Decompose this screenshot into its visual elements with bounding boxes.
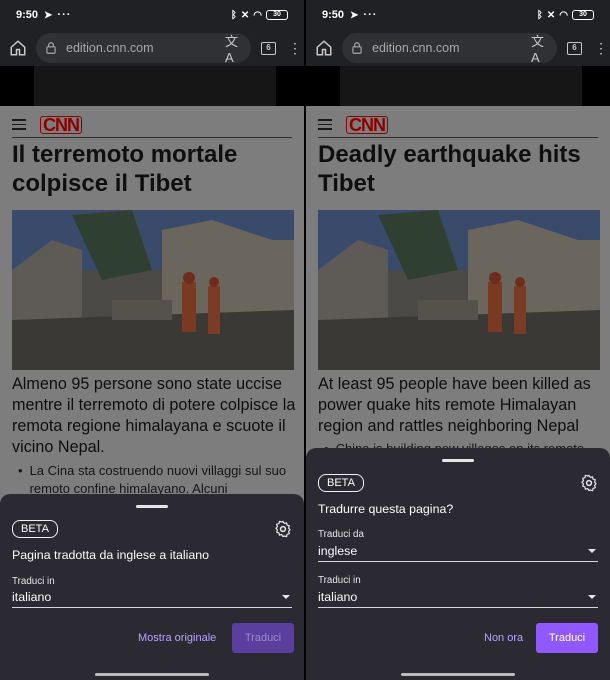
lock-icon[interactable]	[350, 40, 366, 56]
battery-icon: 30	[266, 10, 288, 20]
translate-icon[interactable]: 文A	[531, 34, 549, 65]
home-icon[interactable]	[6, 36, 30, 60]
url-text[interactable]: edition.cnn.com	[372, 41, 531, 55]
browser-toolbar: edition.cnn.com 文A 6 ⋮	[306, 30, 610, 66]
show-original-button[interactable]: Mostra originale	[138, 632, 216, 644]
translation-sheet: BETA Tradurre questa pagina? Traduci da …	[306, 448, 610, 680]
ad-slot	[340, 66, 582, 106]
target-language-select[interactable]: italiano	[318, 588, 598, 608]
telegram-icon: ➤	[350, 9, 359, 21]
dropdown-caret-icon[interactable]	[588, 595, 596, 599]
wifi-icon: ◠	[253, 9, 262, 21]
battery-icon: 30	[572, 10, 594, 20]
sheet-title: Tradurre questa pagina?	[318, 502, 454, 516]
target-language-select[interactable]: italiano	[12, 588, 292, 608]
article-headline: Deadly earthquake hits Tibet	[318, 141, 581, 197]
status-time: 9:50	[322, 9, 345, 21]
dropdown-caret-icon[interactable]	[588, 549, 596, 553]
translate-icon[interactable]: 文A	[225, 34, 243, 65]
settings-gear-icon[interactable]	[274, 520, 292, 538]
related-link[interactable]: • La Cina sta costruendo nuovi villaggi …	[18, 462, 296, 498]
article-photo[interactable]	[318, 210, 600, 370]
article-headline: Il terremoto mortale colpisce il Tibet	[12, 141, 238, 197]
url-text[interactable]: edition.cnn.com	[66, 41, 225, 55]
target-language-value[interactable]: italiano	[318, 590, 357, 604]
target-language-label: Traduci in	[12, 576, 55, 587]
settings-gear-icon[interactable]	[580, 474, 598, 492]
status-time: 9:50	[16, 9, 39, 21]
status-bar: 9:50 ➤ ··· ᛒ ✕ ◠ 30	[0, 0, 304, 30]
translate-button[interactable]: Traduci	[536, 623, 598, 653]
target-language-label: Traduci in	[318, 575, 361, 586]
status-bar: 9:50 ➤ ··· ᛒ ✕ ◠ 30	[306, 0, 610, 30]
hamburger-menu-icon[interactable]	[318, 119, 332, 130]
mute-icon: ✕	[240, 9, 250, 21]
related-link-text[interactable]: La Cina sta costruendo nuovi villaggi su…	[30, 462, 296, 498]
ad-banner	[306, 66, 610, 106]
cnn-logo[interactable]: CNN	[346, 115, 388, 134]
left-screen: 9:50 ➤ ··· ᛒ ✕ ◠ 30 edition.cnn.com 文A 6…	[0, 0, 304, 680]
more-notifications-icon: ···	[57, 9, 72, 21]
gesture-nav-bar[interactable]	[95, 673, 209, 676]
source-language-select[interactable]: inglese	[318, 542, 598, 562]
overflow-menu-icon[interactable]: ⋮	[288, 41, 302, 55]
bluetooth-icon: ᛒ	[230, 9, 237, 21]
cnn-logo[interactable]: CNN	[40, 115, 82, 134]
more-notifications-icon: ···	[363, 9, 378, 21]
wifi-icon: ◠	[559, 9, 568, 21]
not-now-button[interactable]: Non ora	[484, 632, 523, 644]
site-header: CNN	[12, 112, 292, 138]
translation-sheet: BETA Pagina tradotta da inglese a italia…	[0, 494, 304, 680]
address-bar[interactable]: edition.cnn.com 文A	[342, 33, 557, 65]
sheet-title: Pagina tradotta da inglese a italiano	[12, 548, 210, 562]
source-language-label: Traduci da	[318, 529, 364, 540]
tab-switcher-icon[interactable]: 6	[261, 41, 276, 55]
lock-icon[interactable]	[44, 40, 60, 56]
sheet-drag-handle[interactable]	[442, 459, 474, 462]
beta-badge: BETA	[12, 520, 58, 538]
telegram-icon: ➤	[44, 9, 53, 21]
ad-banner	[0, 66, 304, 106]
source-language-value[interactable]: inglese	[318, 544, 357, 558]
hamburger-menu-icon[interactable]	[12, 119, 26, 130]
translate-button-disabled[interactable]: Traduci	[232, 623, 294, 653]
site-header: CNN	[318, 112, 598, 138]
article-photo[interactable]	[12, 210, 294, 370]
bluetooth-icon: ᛒ	[536, 9, 543, 21]
overflow-menu-icon[interactable]: ⋮	[594, 41, 608, 55]
tab-switcher-icon[interactable]: 6	[567, 41, 582, 55]
status-icons: ᛒ ✕ ◠ 30	[231, 10, 288, 21]
article-subheadline: Almeno 95 persone sono state uccise ment…	[12, 375, 296, 456]
address-bar[interactable]: edition.cnn.com 文A	[36, 33, 251, 65]
article-subheadline: At least 95 people have been killed as p…	[318, 375, 591, 435]
right-screen: 9:50 ➤ ··· ᛒ ✕ ◠ 30 edition.cnn.com 文A 6…	[306, 0, 610, 680]
ad-slot	[34, 66, 276, 106]
browser-toolbar: edition.cnn.com 文A 6 ⋮	[0, 30, 304, 66]
mute-icon: ✕	[546, 9, 556, 21]
status-icons: ᛒ ✕ ◠ 30	[537, 10, 594, 21]
gesture-nav-bar[interactable]	[401, 673, 515, 676]
sheet-drag-handle[interactable]	[136, 505, 168, 508]
target-language-value[interactable]: italiano	[12, 590, 51, 604]
dropdown-caret-icon[interactable]	[282, 595, 290, 599]
home-icon[interactable]	[312, 36, 336, 60]
beta-badge: BETA	[318, 474, 364, 492]
